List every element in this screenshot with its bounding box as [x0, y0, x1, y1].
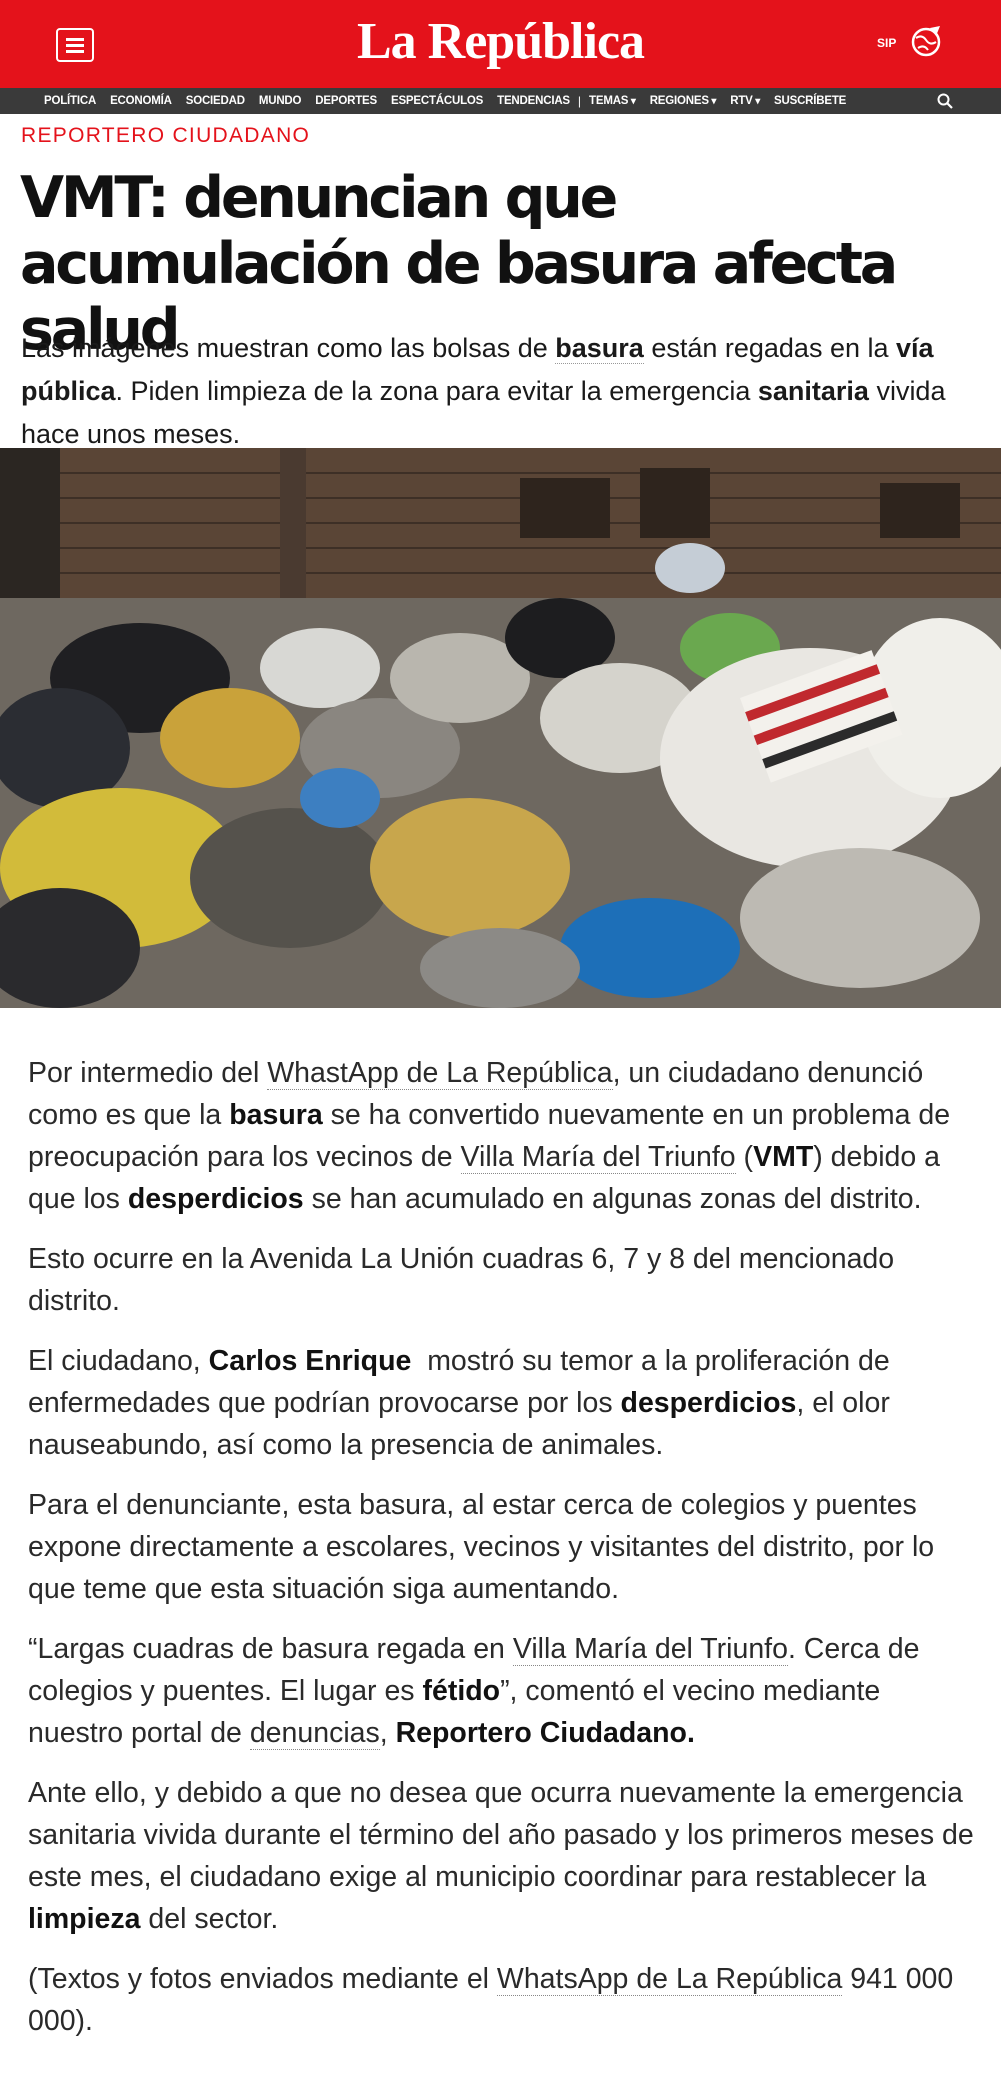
search-icon[interactable] [937, 93, 953, 109]
paragraph-2: Esto ocurre en la Avenida La Unión cuadr… [28, 1243, 895, 1317]
paragraph-3: El ciudadano, Carlos Enrique mostró su t… [28, 1345, 898, 1461]
nav-subscribe[interactable]: SUSCRÍBETE [774, 95, 846, 107]
vmt-link-2[interactable]: Villa María del Triunfo [512, 1633, 788, 1666]
article-photo [0, 448, 1001, 1008]
article-body: Por intermedio del WhastApp de La Repúbl… [28, 1052, 978, 2060]
article-subtitle: Las imágenes muestran como las bolsas de… [21, 333, 946, 449]
whatsapp-link-2[interactable]: WhatsApp de La República [496, 1963, 843, 1996]
nav-dropdown-temas[interactable]: TEMAS [589, 95, 636, 107]
paragraph-7: (Textos y fotos enviados mediante el Wha… [28, 1963, 954, 2037]
top-bar: La República SIP [0, 0, 1001, 88]
paragraph-1: Por intermedio del WhastApp de La Repúbl… [28, 1057, 951, 1215]
tag-link-basura[interactable]: basura [555, 333, 644, 364]
whatsapp-link[interactable]: WhastApp de La República [267, 1057, 613, 1090]
sip-label: SIP [877, 36, 897, 50]
nav-dropdown-rtv[interactable]: RTV [730, 95, 760, 107]
nav-item-politica[interactable]: POLÍTICA [44, 95, 96, 107]
nav-dropdown-regiones[interactable]: REGIONES [650, 95, 717, 107]
paragraph-5: “Largas cuadras de basura regada en Vill… [28, 1633, 920, 1750]
site-logo[interactable]: La República [0, 12, 1001, 71]
nav-item-espectaculos[interactable]: ESPECTÁCULOS [391, 95, 483, 107]
nav-item-deportes[interactable]: DEPORTES [315, 95, 377, 107]
nav-bar: POLÍTICA ECONOMÍA SOCIEDAD MUNDO DEPORTE… [0, 88, 1001, 114]
nav-separator: | [577, 94, 582, 108]
section-label[interactable]: REPORTERO CIUDADANO [21, 124, 310, 148]
paragraph-6: Ante ello, y debido a que no desea que o… [28, 1777, 974, 1935]
nav-item-sociedad[interactable]: SOCIEDAD [186, 95, 245, 107]
nav-item-economia[interactable]: ECONOMÍA [110, 95, 172, 107]
nav-item-tendencias[interactable]: TENDENCIAS [497, 95, 570, 107]
paragraph-4: Para el denunciante, esta basura, al est… [28, 1489, 935, 1605]
nav-item-mundo[interactable]: MUNDO [259, 95, 302, 107]
nav-list: POLÍTICA ECONOMÍA SOCIEDAD MUNDO DEPORTE… [44, 88, 860, 114]
denuncias-link[interactable]: denuncias [249, 1717, 380, 1750]
vmt-link[interactable]: Villa María del Triunfo [460, 1141, 736, 1174]
globe-pen-icon[interactable] [908, 24, 944, 60]
